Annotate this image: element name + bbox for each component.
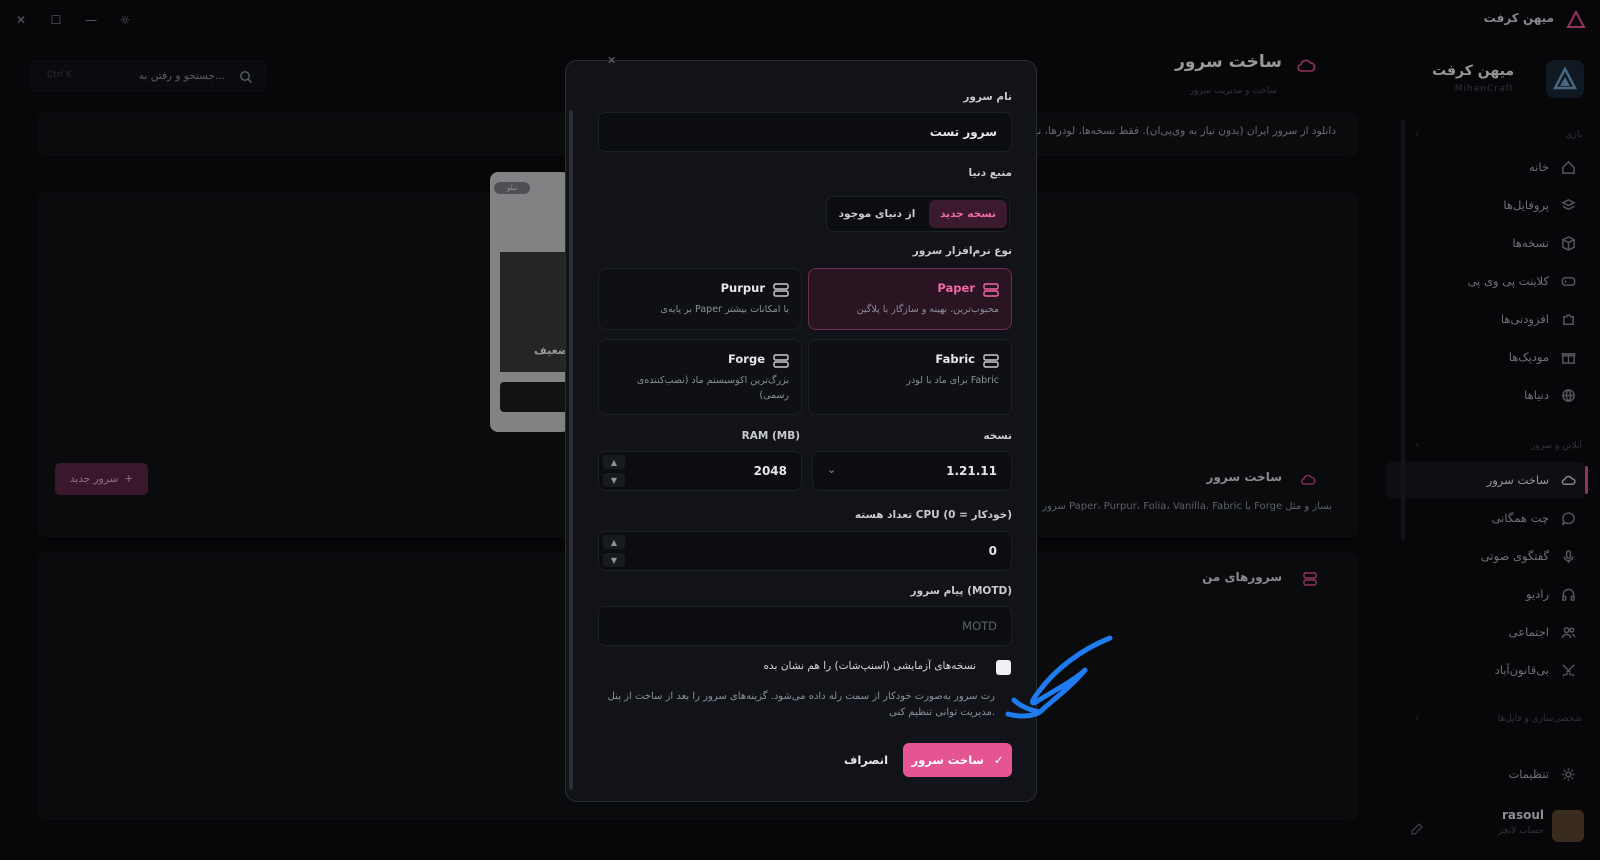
chevron-down-icon: ⌄ bbox=[827, 463, 837, 476]
version-select[interactable]: 1.21.11 ⌄ bbox=[812, 451, 1012, 491]
create-server-button[interactable]: ساخت سرور ✓ bbox=[903, 743, 1012, 777]
motd-label: پیام سرور (MOTD) bbox=[910, 585, 1012, 597]
relay-note: رت سرور به‌صورت خودکار از سمت رله داده م… bbox=[607, 691, 995, 718]
version-value: 1.21.11 bbox=[946, 464, 997, 478]
ram-stepper-buttons: ▲ ▼ bbox=[603, 455, 625, 487]
decrement-icon[interactable]: ▼ bbox=[603, 473, 625, 487]
ram-stepper[interactable]: 2048 ▲ ▼ bbox=[598, 451, 802, 491]
world-source-label: منبع دنیا bbox=[968, 167, 1012, 179]
server-icon bbox=[773, 283, 789, 297]
snapshot-label: نسخه‌های آزمایشی (اسنپ‌شات) را هم نشان ب… bbox=[763, 660, 976, 672]
software-name: Fabric bbox=[935, 352, 975, 366]
ram-value: 2048 bbox=[753, 464, 787, 478]
world-existing-option[interactable]: از دنیای موجود bbox=[830, 200, 924, 228]
server-icon bbox=[983, 283, 999, 297]
software-card-fabric[interactable]: Fabric برای ماد با لودر Fabric bbox=[808, 339, 1012, 415]
software-card-purpur[interactable]: Purpur بر پایه‌ی Paper با امکانات بیشتر bbox=[598, 268, 802, 330]
cpu-label: تعداد هسته CPU (0 = خودکار) bbox=[854, 509, 1012, 521]
increment-icon[interactable]: ▲ bbox=[603, 455, 625, 469]
create-server-label: ساخت سرور bbox=[911, 753, 984, 767]
cpu-value: 0 bbox=[988, 544, 997, 558]
server-icon bbox=[773, 354, 789, 368]
increment-icon[interactable]: ▲ bbox=[603, 535, 625, 549]
software-name: Paper bbox=[937, 281, 975, 295]
server-icon bbox=[983, 354, 999, 368]
dialog-scrollbar[interactable] bbox=[569, 110, 573, 790]
software-name: Forge bbox=[728, 352, 765, 366]
software-label: نوع نرم‌افزار سرور bbox=[912, 245, 1012, 257]
server-name-label: نام سرور bbox=[963, 91, 1012, 103]
check-icon: ✓ bbox=[993, 753, 1004, 767]
software-desc: بر پایه‌ی Paper با امکانات بیشتر bbox=[660, 304, 789, 315]
server-name-value: سرور تست bbox=[929, 125, 997, 139]
software-desc: برای ماد با لودر Fabric bbox=[906, 375, 999, 386]
close-dialog-icon[interactable]: ✕ bbox=[607, 54, 616, 67]
cpu-stepper-buttons: ▲ ▼ bbox=[603, 535, 625, 567]
software-name: Purpur bbox=[720, 281, 765, 295]
server-name-field[interactable]: سرور تست bbox=[598, 112, 1012, 152]
version-label: نسخه bbox=[983, 430, 1012, 442]
decrement-icon[interactable]: ▼ bbox=[603, 553, 625, 567]
motd-input[interactable]: MOTD bbox=[598, 606, 1012, 646]
annotation-arrow bbox=[1005, 635, 1113, 719]
software-card-paper[interactable]: Paper محبوب‌ترین، بهینه و سازگار با پلاگ… bbox=[808, 268, 1012, 330]
cpu-stepper[interactable]: 0 ▲ ▼ bbox=[598, 531, 1012, 571]
software-card-forge[interactable]: Forge بزرگ‌ترین اکوسیستم ماد (نصب‌کننده‌… bbox=[598, 339, 802, 415]
world-new-option[interactable]: نسخه جدید bbox=[929, 200, 1007, 228]
motd-placeholder: MOTD bbox=[962, 619, 997, 633]
cancel-button[interactable]: انصراف bbox=[836, 743, 896, 777]
software-desc: بزرگ‌ترین اکوسیستم ماد (نصب‌کننده‌ی رسمی… bbox=[636, 375, 789, 401]
software-desc: محبوب‌ترین، بهینه و سازگار با پلاگین bbox=[856, 304, 999, 315]
ram-label: RAM (MB) bbox=[741, 430, 800, 442]
